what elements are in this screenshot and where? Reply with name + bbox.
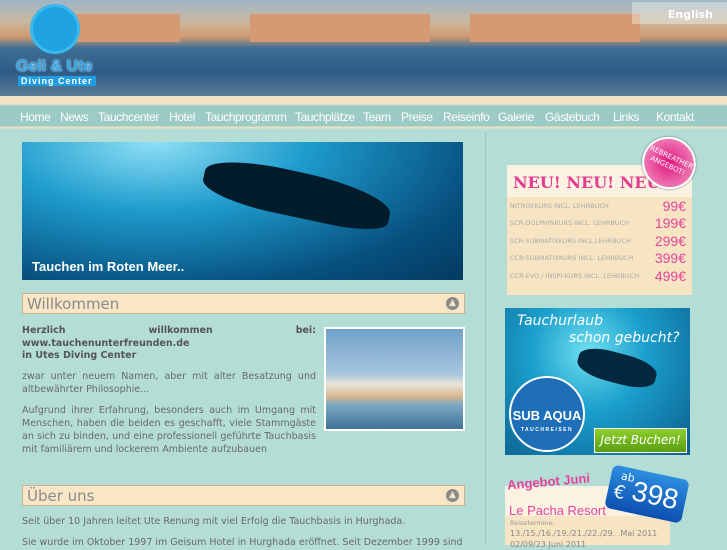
welcome-paragraph-2: Aufgrund ihrer Erfahrung, besonders auch… [22, 405, 316, 455]
price-row: CCR-SUBMATIXKURS INCL. LEHRBUCH 399€ [510, 250, 686, 267]
nav-team[interactable]: Team [363, 110, 391, 124]
nav-galerie[interactable]: Galerie [498, 110, 534, 124]
nav-kontakt[interactable]: Kontakt [656, 110, 694, 124]
ad-line2: schon gebucht? [569, 330, 680, 346]
nav-home[interactable]: Home [20, 110, 51, 124]
welcome-intro: Herzlich willkommen bei: [22, 325, 316, 336]
nav-preise[interactable]: Preise [401, 110, 433, 124]
nav-news[interactable]: News [60, 110, 89, 124]
logo-icon [30, 4, 80, 54]
about-title: Über uns [27, 487, 95, 505]
welcome-paragraph: zwar unter neuem Namen, aber mit alter B… [22, 371, 316, 395]
scroll-up-icon[interactable]: ▲ [446, 297, 459, 310]
header-banner: Geli & Ute Diving Center English [0, 0, 727, 96]
nav-tauchplaetze[interactable]: Tauchplätze [295, 110, 355, 124]
welcome-center: in Utes Diving Center [22, 350, 137, 361]
welcome-title: Willkommen [27, 295, 120, 313]
about-header: Über uns ▲ [22, 485, 465, 506]
about-paragraph-2: Sie wurde im Oktober 1997 im Geisum Hote… [22, 537, 463, 548]
nav-links[interactable]: Links [613, 110, 639, 124]
price-row: CCR-EVO / INSPI-KURS INCL. LEHRBUCH 499€ [510, 267, 686, 284]
ad-line1: Tauchurlaub [517, 313, 603, 329]
logo-subtitle: Diving Center [18, 76, 96, 86]
welcome-header: Willkommen ▲ [22, 293, 465, 314]
nav-reiseinfo[interactable]: Reiseinfo [443, 110, 490, 124]
price-row: SCR-SUBMATIXKURS INCL.LEHRBUCH 299€ [510, 232, 686, 249]
diver-silhouette [574, 343, 660, 393]
price-row: SCR-DOLPHINKURS INCL. LEHRBUCH 199€ [510, 215, 686, 232]
price-row: NITROXKURS INCL. LEHRBUCH 99€ [510, 197, 686, 214]
offer-dates-label: Reisetermine: [510, 519, 555, 527]
main-nav: Home News Tauchcenter Hotel Tauchprogram… [0, 110, 727, 126]
about-paragraph: Seit über 10 Jahren leitet Ute Renung mi… [22, 516, 406, 527]
hero-image: Tauchen im Roten Meer.. [22, 142, 463, 280]
language-link[interactable]: English [632, 2, 727, 24]
offer-dates: 13./15./16./19./21./22./29. .Mai 2011 02/… [510, 529, 658, 549]
logo-title: Geli & Ute [16, 58, 93, 75]
dive-center-photo [324, 327, 465, 431]
subaqua-logo: SUB AQUA TAUCHREISEN [509, 376, 585, 452]
logo[interactable]: Geli & Ute Diving Center [14, 4, 104, 88]
subaqua-ad[interactable]: Tauchurlaub schon gebucht? SUB AQUA TAUCH… [505, 308, 690, 455]
nav-tauchprogramm[interactable]: Tauchprogramm [205, 110, 287, 124]
nav-gaestebuch[interactable]: Gästebuch [545, 110, 600, 124]
nav-tauchcenter[interactable]: Tauchcenter [98, 110, 159, 124]
scroll-up-icon[interactable]: ▲ [446, 489, 459, 502]
book-now-button[interactable]: Jetzt Buchen! [594, 428, 687, 453]
hero-caption: Tauchen im Roten Meer.. [32, 259, 185, 274]
offer-hotel[interactable]: Le Pacha Resort [509, 503, 606, 518]
column-divider [485, 132, 486, 545]
diver-silhouette [199, 152, 395, 237]
nav-hotel[interactable]: Hotel [169, 110, 195, 124]
